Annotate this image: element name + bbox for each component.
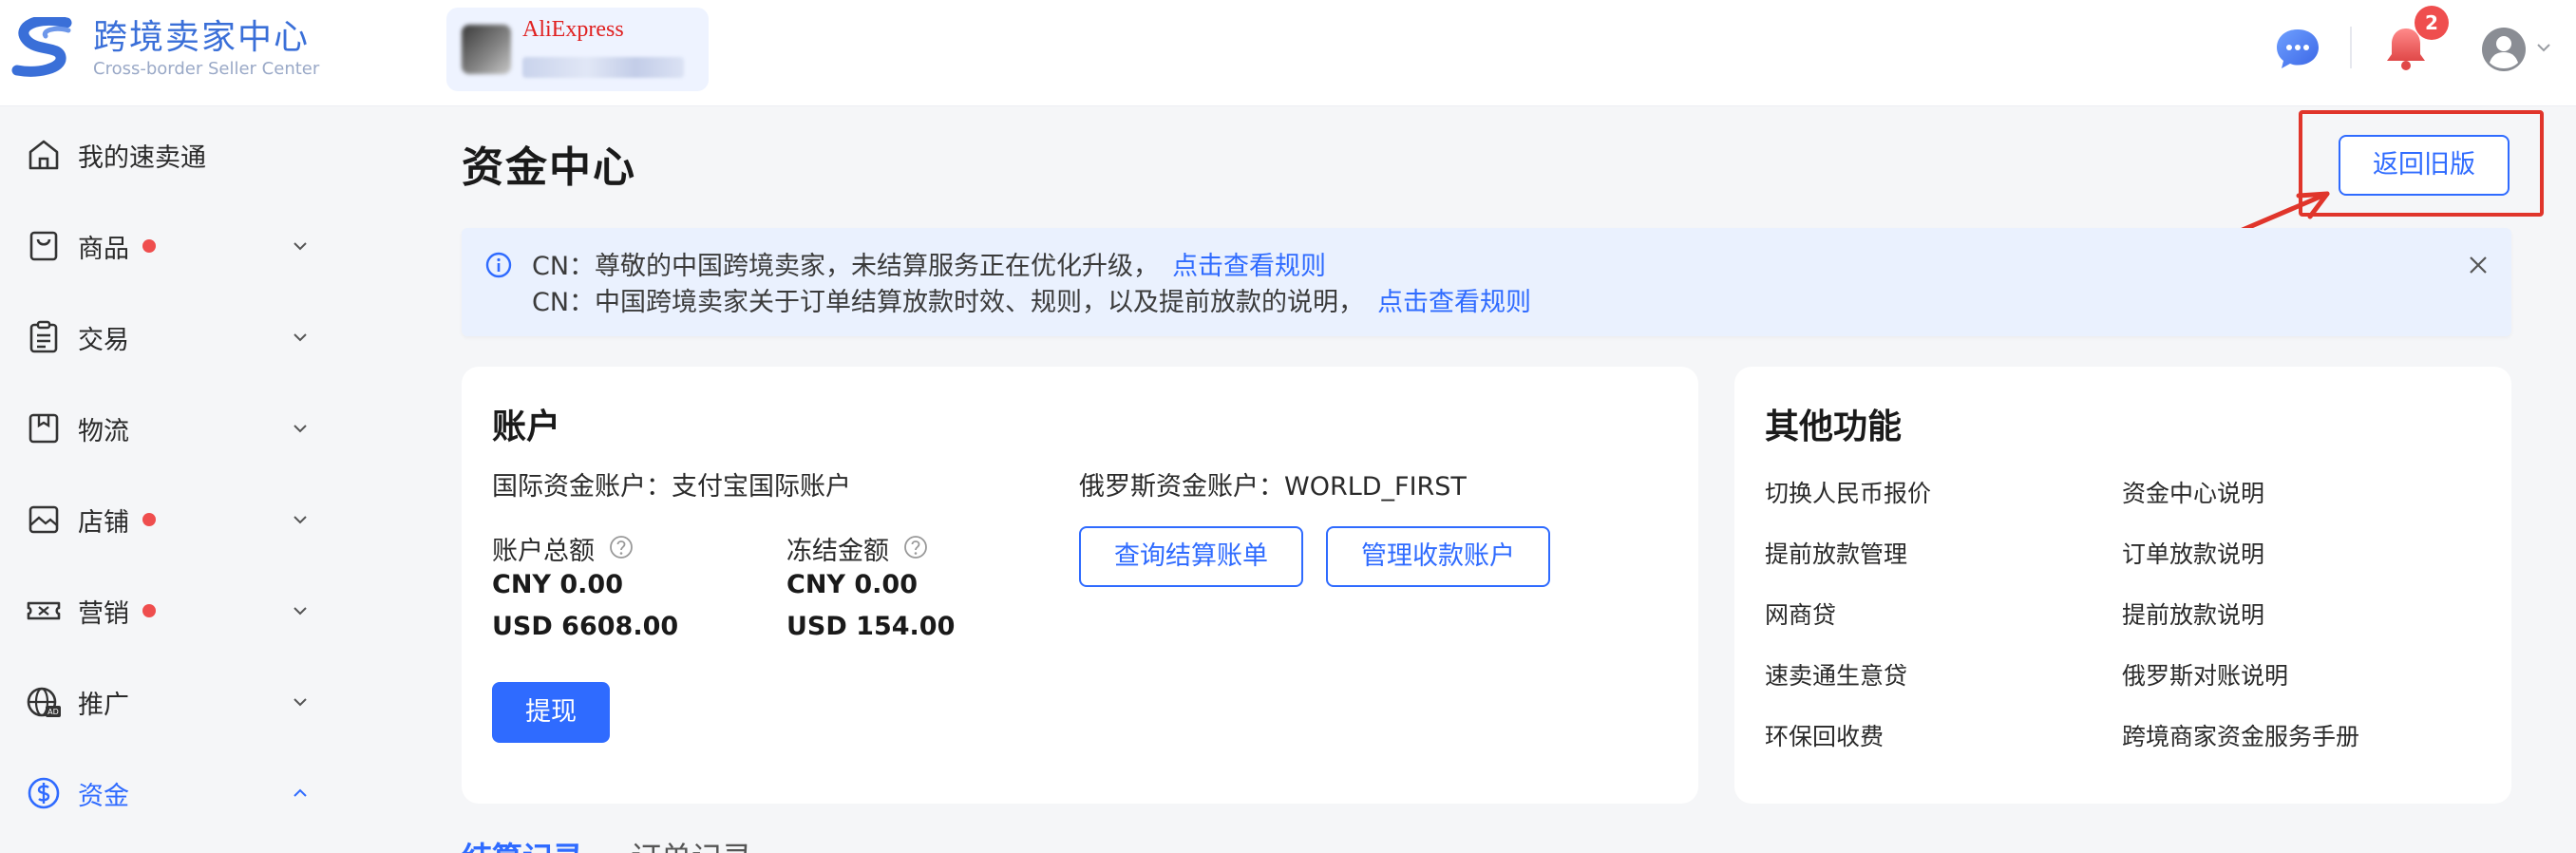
view-rules-link[interactable]: 点击查看规则 bbox=[1377, 288, 1531, 317]
notification-badge: 2 bbox=[2415, 6, 2449, 40]
sidebar: 我的速卖通 商品 交易 物流 店铺 营销 AD 推广 资金 bbox=[0, 107, 342, 853]
tab-order-records[interactable]: 订单记录 bbox=[631, 834, 752, 853]
tab-settlement-records[interactable]: 结算记录 bbox=[462, 834, 583, 853]
page-title: 资金中心 bbox=[462, 143, 636, 192]
home-icon bbox=[28, 140, 59, 170]
switch-rmb-quote-link[interactable]: 切换人民币报价 bbox=[1765, 475, 1931, 509]
sidebar-item-label: 资金 bbox=[78, 781, 129, 811]
ticket-icon bbox=[27, 601, 61, 620]
store-switcher[interactable]: AliExpress bbox=[446, 8, 709, 91]
chevron-down-icon bbox=[294, 516, 307, 524]
notice-line-2: CN：中国跨境卖家关于订单结算放款时效、规则，以及提前放款的说明， 点击查看规则 bbox=[532, 281, 1531, 318]
info-icon bbox=[485, 252, 512, 278]
sidebar-item-label: 交易 bbox=[78, 325, 129, 355]
sidebar-item-label: 物流 bbox=[78, 416, 129, 446]
chevron-down-icon bbox=[294, 607, 307, 616]
chevron-down-icon bbox=[294, 242, 307, 251]
fund-center-guide-link[interactable]: 资金中心说明 bbox=[2122, 475, 2264, 509]
sidebar-item-store[interactable]: 店铺 bbox=[0, 474, 342, 565]
store-image-icon bbox=[28, 505, 59, 534]
close-icon[interactable] bbox=[2466, 253, 2491, 277]
sidebar-item-products[interactable]: 商品 bbox=[0, 200, 342, 292]
user-avatar-icon[interactable] bbox=[2481, 27, 2527, 72]
frozen-cny-value: CNY 0.00 bbox=[786, 570, 918, 599]
account-card: 账户 国际资金账户：支付宝国际账户 俄罗斯资金账户：WORLD_FIRST 账户… bbox=[462, 367, 1698, 804]
dollar-circle-icon bbox=[28, 777, 60, 809]
sidebar-item-home[interactable]: 我的速卖通 bbox=[0, 109, 342, 200]
red-dot-badge bbox=[142, 513, 156, 526]
clipboard-icon bbox=[29, 320, 58, 353]
package-icon bbox=[28, 413, 59, 444]
chat-bubble-icon[interactable] bbox=[2274, 27, 2321, 70]
notice-text: CN：中国跨境卖家关于订单结算放款时效、规则，以及提前放款的说明， bbox=[532, 288, 1365, 317]
other-functions-title: 其他功能 bbox=[1765, 408, 1903, 446]
notice-line-1: CN：尊敬的中国跨境卖家，未结算服务正在优化升级， 点击查看规则 bbox=[532, 245, 1326, 282]
early-release-management-link[interactable]: 提前放款管理 bbox=[1765, 536, 1907, 570]
fund-service-handbook-link[interactable]: 跨境商家资金服务手册 bbox=[2122, 718, 2359, 752]
frozen-amount-label: 冻结金额 bbox=[786, 537, 889, 566]
sidebar-item-label: 商品 bbox=[78, 234, 129, 264]
store-avatar bbox=[462, 25, 511, 74]
question-circle-icon[interactable] bbox=[902, 534, 929, 560]
chevron-down-icon bbox=[294, 698, 307, 707]
header-divider bbox=[2350, 27, 2352, 68]
total-usd-value: USD 6608.00 bbox=[492, 612, 679, 641]
account-title: 账户 bbox=[492, 408, 561, 446]
order-release-guide-link[interactable]: 订单放款说明 bbox=[2122, 536, 2264, 570]
total-balance-label: 账户总额 bbox=[492, 537, 595, 566]
mybank-loan-link[interactable]: 网商贷 bbox=[1765, 597, 1836, 631]
other-functions-card: 其他功能 切换人民币报价 资金中心说明 提前放款管理 订单放款说明 网商贷 提前… bbox=[1734, 367, 2511, 804]
russia-account-text: 俄罗斯资金账户：WORLD_FIRST bbox=[1079, 472, 1467, 502]
logo[interactable]: 跨境卖家中心 Cross-border Seller Center bbox=[9, 17, 319, 80]
sidebar-item-label: 店铺 bbox=[78, 507, 129, 538]
globe-ad-icon: AD bbox=[27, 687, 61, 717]
recycling-fee-link[interactable]: 环保回收费 bbox=[1765, 718, 1884, 752]
query-settlement-bill-button[interactable]: 查询结算账单 bbox=[1079, 526, 1303, 587]
russia-reconciliation-guide-link[interactable]: 俄罗斯对账说明 bbox=[2122, 657, 2288, 692]
store-brand: AliExpress bbox=[522, 17, 624, 42]
withdraw-button[interactable]: 提现 bbox=[492, 682, 610, 743]
question-circle-icon[interactable] bbox=[608, 534, 635, 560]
product-bag-icon bbox=[29, 231, 58, 261]
chevron-down-icon[interactable] bbox=[2536, 42, 2551, 53]
store-name-blurred bbox=[522, 57, 684, 78]
sidebar-item-marketing[interactable]: 营销 bbox=[0, 565, 342, 656]
sidebar-item-label: 推广 bbox=[78, 690, 129, 720]
view-rules-link[interactable]: 点击查看规则 bbox=[1172, 252, 1326, 281]
frozen-usd-value: USD 154.00 bbox=[786, 612, 956, 641]
logo-subtitle: Cross-border Seller Center bbox=[93, 59, 320, 79]
sidebar-item-label: 营销 bbox=[78, 598, 129, 629]
intl-account-text: 国际资金账户：支付宝国际账户 bbox=[492, 472, 851, 502]
business-loan-link[interactable]: 速卖通生意贷 bbox=[1765, 657, 1907, 692]
sidebar-item-funds[interactable]: 资金 bbox=[0, 748, 342, 839]
chevron-up-icon bbox=[294, 788, 307, 797]
logo-title: 跨境卖家中心 bbox=[93, 18, 311, 57]
notice-text: CN：尊敬的中国跨境卖家，未结算服务正在优化升级， bbox=[532, 252, 1160, 281]
sidebar-item-logistics[interactable]: 物流 bbox=[0, 383, 342, 474]
logo-s-icon bbox=[11, 17, 72, 77]
manage-receiving-account-button[interactable]: 管理收款账户 bbox=[1326, 526, 1550, 587]
chevron-down-icon bbox=[294, 333, 307, 342]
early-release-guide-link[interactable]: 提前放款说明 bbox=[2122, 597, 2264, 631]
sidebar-item-trade[interactable]: 交易 bbox=[0, 292, 342, 383]
red-dot-badge bbox=[142, 239, 156, 253]
svg-text:AD: AD bbox=[47, 708, 59, 716]
total-cny-value: CNY 0.00 bbox=[492, 570, 623, 599]
top-header: 跨境卖家中心 Cross-border Seller Center AliExp… bbox=[0, 0, 2576, 106]
red-dot-badge bbox=[142, 604, 156, 617]
chevron-down-icon bbox=[294, 425, 307, 433]
notice-banner: CN：尊敬的中国跨境卖家，未结算服务正在优化升级， 点击查看规则 CN：中国跨境卖… bbox=[462, 228, 2511, 336]
sidebar-item-label: 我的速卖通 bbox=[78, 142, 206, 173]
sidebar-item-promotion[interactable]: AD 推广 bbox=[0, 656, 342, 748]
